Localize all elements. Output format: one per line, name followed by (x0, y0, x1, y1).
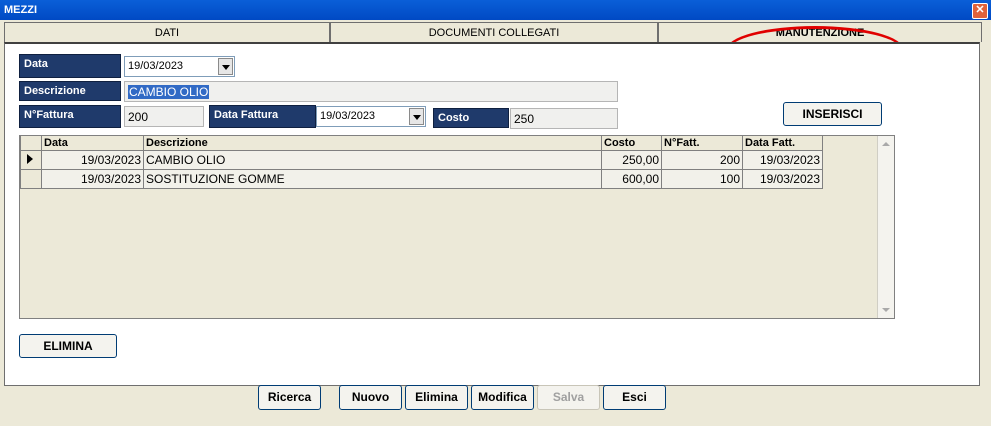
cell-datafatt[interactable]: 19/03/2023 (742, 149, 823, 170)
cell-datafatt[interactable]: 19/03/2023 (742, 168, 823, 189)
table-row[interactable]: 19/03/2023 SOSTITUZIONE GOMME 600,00 100… (20, 168, 823, 189)
tab-dati[interactable]: DATI (4, 22, 330, 42)
row-pointer-icon (27, 153, 33, 164)
row-indicator (20, 168, 42, 189)
cell-nfatt[interactable]: 200 (661, 149, 743, 170)
inserisci-button[interactable]: INSERISCI (783, 102, 882, 126)
costo-label: Costo (433, 108, 509, 128)
cell-nfatt[interactable]: 100 (661, 168, 743, 189)
nuovo-button[interactable]: Nuovo (339, 385, 402, 410)
descrizione-field[interactable]: CAMBIO OLIO (124, 81, 618, 102)
cell-descrizione[interactable]: SOSTITUZIONE GOMME (143, 168, 602, 189)
row-indicator (20, 149, 42, 170)
scroll-down-icon[interactable] (878, 302, 894, 318)
modifica-button[interactable]: Modifica (471, 385, 534, 410)
scroll-up-icon[interactable] (878, 136, 894, 152)
ricerca-button[interactable]: Ricerca (258, 385, 321, 410)
elimina-row-button[interactable]: ELIMINA (19, 334, 117, 358)
chevron-down-icon[interactable] (409, 108, 424, 125)
costo-field[interactable]: 250 (510, 108, 618, 129)
grid-table: Data Descrizione Costo N°Fatt. Data Fatt… (20, 136, 823, 189)
grid-header-row: Data Descrizione Costo N°Fatt. Data Fatt… (20, 136, 823, 151)
vertical-scrollbar[interactable] (877, 136, 894, 318)
title-bar: MEZZI ✕ (0, 0, 991, 20)
elimina-button[interactable]: Elimina (405, 385, 468, 410)
close-icon[interactable]: ✕ (972, 3, 988, 19)
datafattura-label: Data Fattura (209, 105, 316, 128)
manutenzione-grid[interactable]: Data Descrizione Costo N°Fatt. Data Fatt… (19, 135, 895, 319)
data-combo-value: 19/03/2023 (128, 60, 184, 72)
row-indicator-header (20, 136, 42, 151)
salva-button[interactable]: Salva (537, 385, 600, 410)
cell-data[interactable]: 19/03/2023 (41, 168, 144, 189)
col-data[interactable]: Data (41, 136, 144, 151)
cell-costo[interactable]: 250,00 (601, 149, 662, 170)
data-label: Data (19, 54, 121, 78)
datafattura-combo-value: 19/03/2023 (320, 110, 376, 122)
cell-data[interactable]: 19/03/2023 (41, 149, 144, 170)
esci-button[interactable]: Esci (603, 385, 666, 410)
col-costo[interactable]: Costo (601, 136, 662, 151)
descrizione-value: CAMBIO OLIO (128, 85, 210, 99)
chevron-down-icon[interactable] (218, 58, 233, 75)
cell-descrizione[interactable]: CAMBIO OLIO (143, 149, 602, 170)
data-combo[interactable]: 19/03/2023 (124, 56, 235, 77)
col-nfatt[interactable]: N°Fatt. (661, 136, 743, 151)
window-title: MEZZI (4, 4, 37, 16)
nfattura-field[interactable]: 200 (124, 106, 204, 127)
table-row[interactable]: 19/03/2023 CAMBIO OLIO 250,00 200 19/03/… (20, 149, 823, 170)
cell-costo[interactable]: 600,00 (601, 168, 662, 189)
descrizione-label: Descrizione (19, 81, 121, 101)
datafattura-combo[interactable]: 19/03/2023 (316, 106, 426, 127)
col-descrizione[interactable]: Descrizione (143, 136, 602, 151)
col-datafatt[interactable]: Data Fatt. (742, 136, 823, 151)
tab-documenti-collegati[interactable]: DOCUMENTI COLLEGATI (330, 22, 658, 42)
nfattura-label: N°Fattura (19, 105, 121, 128)
